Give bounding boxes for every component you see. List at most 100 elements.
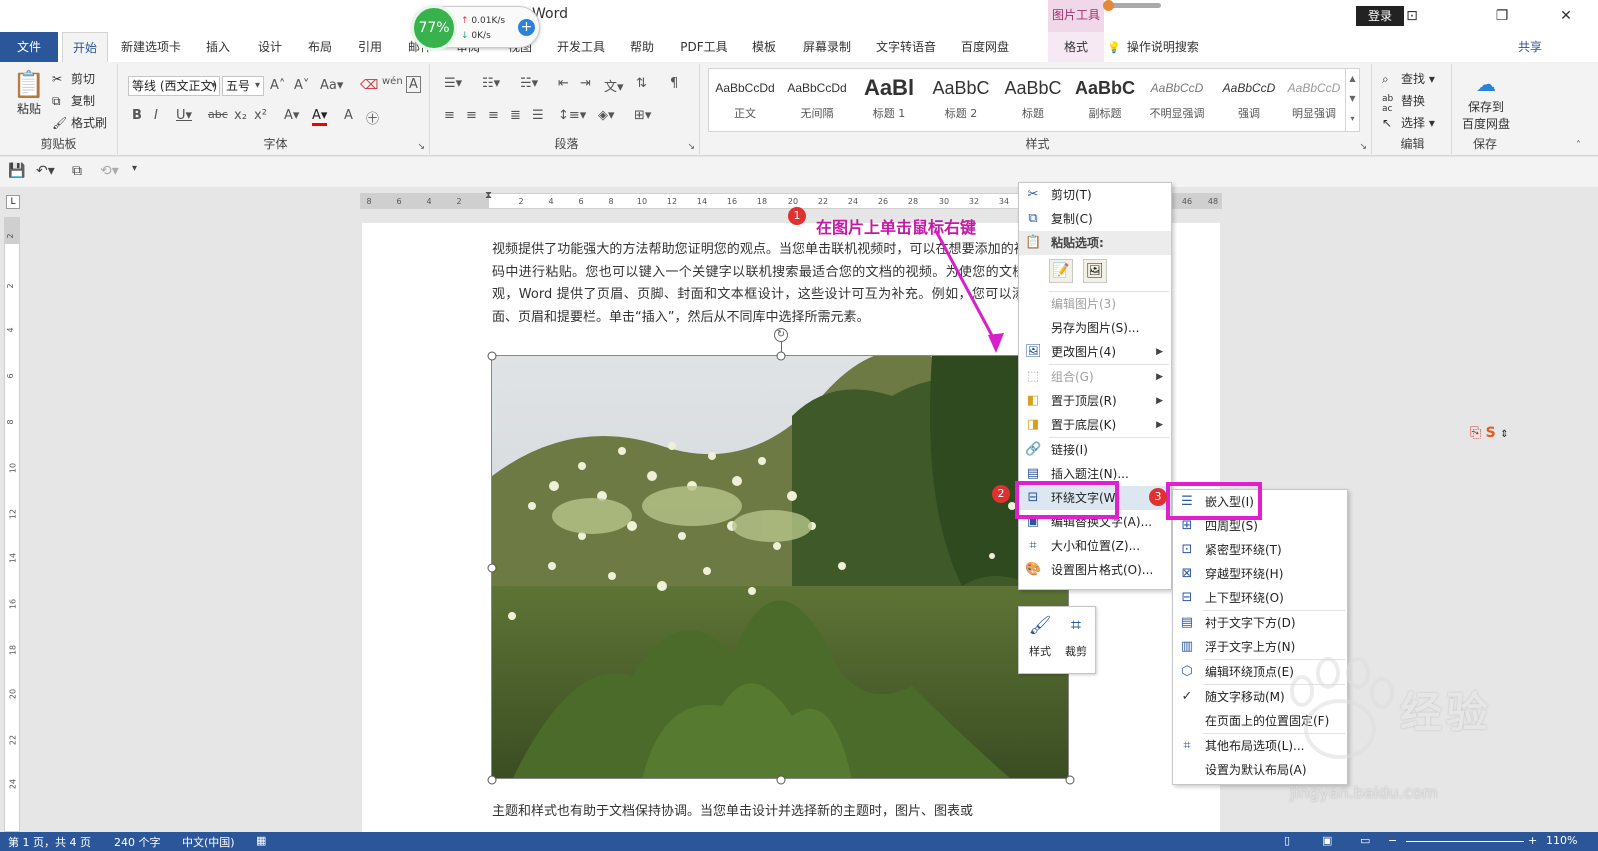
wrap-edit-points[interactable]: ⬡ 编辑环绕顶点(E) xyxy=(1173,660,1347,684)
change-case-icon[interactable]: Aa▾ xyxy=(320,78,343,93)
menu-format-picture[interactable]: 🎨 设置图片格式(O)... xyxy=(1019,558,1171,582)
restore-icon[interactable]: ❐ xyxy=(1482,4,1522,28)
bullets-icon[interactable]: ☰▾ xyxy=(444,76,462,91)
style-intense-emphasis[interactable]: AaBbCcD 明显强调 xyxy=(1283,73,1345,127)
replace-button[interactable]: ab ac 替换 xyxy=(1382,92,1425,114)
line-spacing-icon[interactable]: ↕≡▾ xyxy=(558,108,586,123)
tab-new[interactable]: 新建选项卡 xyxy=(114,32,188,62)
save-icon[interactable]: 💾 xyxy=(8,163,25,179)
copy-button[interactable]: ⧉ 复制 xyxy=(52,92,95,110)
wrap-move-with-text[interactable]: ✓ 随文字移动(M) xyxy=(1173,685,1347,709)
language-status[interactable]: 中文(中国) xyxy=(182,834,235,850)
ribbon-display-icon[interactable]: ⊡ xyxy=(1392,4,1432,28)
zoom-in-icon[interactable]: + xyxy=(1528,834,1537,847)
menu-copy[interactable]: ⧉ 复制(C) xyxy=(1019,207,1171,231)
cut-button[interactable]: ✂ 剪切 xyxy=(52,70,95,88)
borders-icon[interactable]: ⊞▾ xyxy=(634,108,651,123)
grow-font-icon[interactable]: A˄ xyxy=(270,78,285,93)
tab-references[interactable]: 引用 xyxy=(348,32,392,62)
phonetic-icon[interactable]: wén xyxy=(382,76,403,87)
resize-handle-b[interactable] xyxy=(776,775,786,785)
char-shading-icon[interactable]: A xyxy=(344,108,353,123)
menu-change-picture[interactable]: 🖼 更改图片(4) ▶ xyxy=(1019,340,1171,364)
macro-icon[interactable]: ▦ xyxy=(256,834,266,847)
web-layout-icon[interactable]: ▭ xyxy=(1360,834,1370,847)
style-normal[interactable]: AaBbCcDd 正文 xyxy=(711,73,779,127)
find-button[interactable]: ⌕ 查找 ▾ xyxy=(1382,70,1435,88)
vertical-ruler[interactable]: 2 2 4 6 8 10 12 14 16 18 20 22 24 xyxy=(4,217,20,832)
text-effects-icon[interactable]: A▾ xyxy=(284,108,299,123)
tab-design[interactable]: 设计 xyxy=(248,32,292,62)
wrap-in-front[interactable]: ▥ 浮于文字上方(N) xyxy=(1173,635,1347,659)
menu-link[interactable]: 🔗 链接(I) xyxy=(1019,438,1171,462)
italic-icon[interactable]: I xyxy=(154,108,158,123)
tab-help[interactable]: 帮助 xyxy=(620,32,664,62)
align-left-icon[interactable]: ≡ xyxy=(444,108,455,123)
justify-icon[interactable]: ≣ xyxy=(510,108,521,123)
style-heading1[interactable]: AaBl 标题 1 xyxy=(855,73,923,127)
style-subtitle[interactable]: AaBbC 副标题 xyxy=(1071,73,1139,127)
distributed-icon[interactable]: ☰ xyxy=(532,108,544,123)
paragraph-dialog-launcher-icon[interactable]: ↘ xyxy=(687,142,695,152)
format-painter-button[interactable]: 🖌 格式刷 xyxy=(52,114,107,132)
style-emphasis[interactable]: AaBbCcD 强调 xyxy=(1215,73,1283,127)
resize-handle-bl[interactable] xyxy=(487,775,497,785)
select-button[interactable]: ↖ 选择 ▾ xyxy=(1382,114,1435,132)
save-to-baidu-button[interactable]: ☁ 保存到 百度网盘 xyxy=(1456,70,1516,132)
page-count[interactable]: 第 1 页，共 4 页 xyxy=(8,834,91,850)
wrap-fix-position[interactable]: 在页面上的位置固定(F) xyxy=(1173,709,1347,733)
resize-handle-br[interactable] xyxy=(1065,775,1075,785)
enclose-char-icon[interactable]: ㊉ xyxy=(366,108,379,127)
close-icon[interactable]: ✕ xyxy=(1546,4,1586,28)
tell-me-search[interactable]: 操作说明搜索 xyxy=(1096,32,1210,62)
align-right-icon[interactable]: ≡ xyxy=(488,108,499,123)
tab-file[interactable]: 文件 xyxy=(0,32,58,62)
touch-mode-icon[interactable]: ⧉ xyxy=(72,163,82,179)
print-layout-icon[interactable]: ▣ xyxy=(1322,834,1332,847)
net-speed-widget[interactable]: 77% 0.01K/s 0K/s + xyxy=(411,5,540,51)
clear-format-icon[interactable]: ⌫ xyxy=(360,78,378,93)
paste-picture-icon[interactable]: 🖼 xyxy=(1082,259,1107,283)
wrap-tight[interactable]: ⊡ 紧密型环绕(T) xyxy=(1173,538,1347,562)
wrap-top-bottom[interactable]: ⊟ 上下型环绕(O) xyxy=(1173,586,1347,610)
wrap-more-layout[interactable]: ⌗ 其他布局选项(L)... xyxy=(1173,734,1347,758)
wrap-set-default[interactable]: 设置为默认布局(A) xyxy=(1173,758,1347,782)
pdf-icon[interactable]: ⎘ xyxy=(1470,425,1481,441)
decrease-indent-icon[interactable]: ⇤ xyxy=(558,76,569,91)
paste-button[interactable]: 📋 粘贴 xyxy=(8,70,50,117)
menu-cut[interactable]: ✂ 剪切(T) xyxy=(1019,183,1171,207)
style-heading2[interactable]: AaBbC 标题 2 xyxy=(927,73,995,127)
read-mode-icon[interactable]: ▯ xyxy=(1284,834,1290,847)
tab-baidu[interactable]: 百度网盘 xyxy=(952,32,1018,62)
wrap-through[interactable]: ⊠ 穿越型环绕(H) xyxy=(1173,562,1347,586)
tab-developer[interactable]: 开发工具 xyxy=(550,32,612,62)
shrink-font-icon[interactable]: A˅ xyxy=(294,78,309,93)
subscript-icon[interactable]: x₂ xyxy=(234,108,247,123)
undo-icon[interactable]: ↶▾ xyxy=(36,163,55,179)
multilevel-list-icon[interactable]: ☵▾ xyxy=(520,76,538,91)
numbering-icon[interactable]: ☷▾ xyxy=(482,76,500,91)
tab-insert[interactable]: 插入 xyxy=(196,32,240,62)
font-name-select[interactable]: 等线 (西文正文) xyxy=(128,76,220,96)
style-title[interactable]: AaBbC 标题 xyxy=(999,73,1067,127)
resize-handle-l[interactable] xyxy=(487,563,497,573)
crop-button[interactable]: ⌗ 裁剪 xyxy=(1059,615,1093,659)
zoom-level[interactable]: 110% xyxy=(1546,834,1577,847)
redo-icon[interactable]: ⟲▾ xyxy=(100,163,119,179)
zoom-out-icon[interactable]: − xyxy=(1388,834,1397,847)
tab-screen-record[interactable]: 屏幕录制 xyxy=(796,32,858,62)
plant-photo[interactable] xyxy=(492,356,1068,778)
tab-tts[interactable]: 文字转语音 xyxy=(868,32,944,62)
rotate-handle-icon[interactable]: ↻ xyxy=(774,328,788,342)
word-count[interactable]: 240 个字 xyxy=(114,834,161,850)
tab-selector[interactable]: L xyxy=(6,195,20,209)
s-logo-icon[interactable]: S xyxy=(1486,425,1496,441)
body-paragraph-2[interactable]: 主题和样式也有助于文档保持协调。当您单击设计并选择新的主题时，图片、图表或 xyxy=(492,801,1092,824)
more-icon[interactable]: ⇕ xyxy=(1500,429,1508,440)
paste-keep-format-icon[interactable]: 📝 xyxy=(1049,259,1073,283)
side-addin-icons[interactable]: ⎘ S ⇕ xyxy=(1470,425,1509,441)
indent-marker-icon[interactable]: ⧗ xyxy=(485,190,492,201)
bold-icon[interactable]: B xyxy=(132,108,142,123)
gallery-scroll[interactable]: ▲ ▼ ▾ xyxy=(1345,69,1359,131)
menu-bring-front[interactable]: ◧ 置于顶层(R) ▶ xyxy=(1019,389,1171,413)
